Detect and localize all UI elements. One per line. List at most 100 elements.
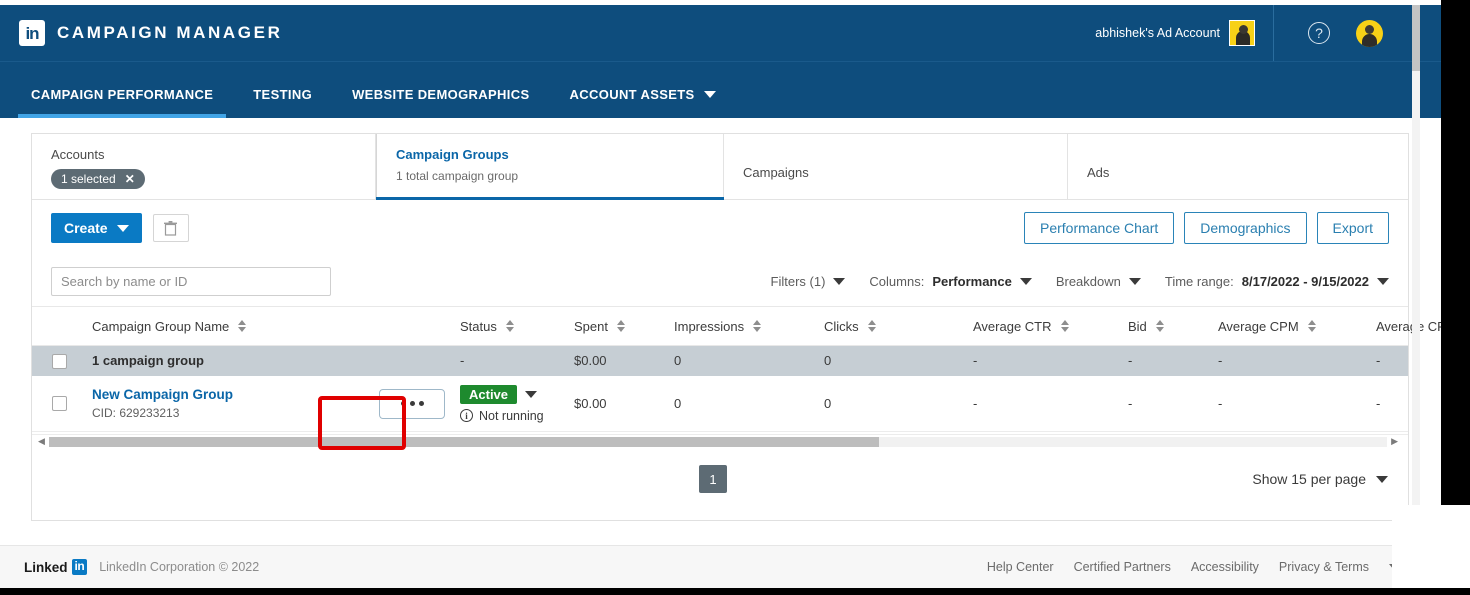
chevron-down-icon[interactable] bbox=[525, 390, 538, 398]
filter-controls: Filters (1) Columns: Performance Breakdo… bbox=[771, 274, 1389, 289]
time-range-label: Time range: bbox=[1164, 273, 1234, 289]
col-label: Average CPM bbox=[1218, 318, 1299, 334]
footer-link-accessibility[interactable]: Accessibility bbox=[1191, 560, 1259, 574]
app-header: in CAMPAIGN MANAGER abhishek's Ad Accoun… bbox=[0, 5, 1441, 61]
scroll-thumb[interactable] bbox=[1412, 5, 1420, 71]
row-select-cell[interactable] bbox=[32, 396, 87, 411]
ad-account-switcher[interactable]: abhishek's Ad Account bbox=[1095, 5, 1274, 61]
summary-clicks-cell: 0 bbox=[824, 352, 973, 370]
help-icon[interactable]: ? bbox=[1308, 22, 1330, 44]
col-bid[interactable]: Bid bbox=[1128, 319, 1218, 334]
col-label: Spent bbox=[574, 318, 608, 334]
footer-link-help-center[interactable]: Help Center bbox=[987, 560, 1054, 574]
tab-ads[interactable]: Ads bbox=[1068, 134, 1409, 199]
sort-icon[interactable] bbox=[753, 320, 762, 332]
sort-icon[interactable] bbox=[1307, 320, 1316, 332]
linkedin-logo-icon: in bbox=[19, 20, 45, 46]
col-campaign-group-name[interactable]: Campaign Group Name bbox=[87, 319, 364, 334]
white-overlay-box bbox=[1392, 505, 1470, 588]
per-page-dropdown[interactable]: Show 15 per page bbox=[1252, 471, 1388, 487]
demographics-button[interactable]: Demographics bbox=[1184, 212, 1307, 244]
time-range-dropdown[interactable]: Time range: 8/17/2022 - 9/15/2022 bbox=[1165, 274, 1389, 289]
table-row[interactable]: New Campaign Group CID: 629233213 Active bbox=[32, 376, 1408, 432]
row-bid-cell: - bbox=[1128, 395, 1218, 413]
sort-icon[interactable] bbox=[505, 320, 514, 332]
ad-account-name: abhishek's Ad Account bbox=[1095, 26, 1220, 40]
row-status-cell: Active i Not running bbox=[460, 384, 574, 423]
summary-name-cell: 1 campaign group bbox=[87, 352, 364, 370]
col-impressions[interactable]: Impressions bbox=[674, 319, 824, 334]
sort-icon[interactable] bbox=[867, 320, 876, 332]
status-badge: Active bbox=[460, 384, 518, 404]
col-average-ctr[interactable]: Average CTR bbox=[973, 319, 1128, 334]
copyright: LinkedIn Corporation © 2022 bbox=[99, 560, 260, 574]
action-toolbar: Create Performance Chart Demographics Ex… bbox=[32, 200, 1408, 256]
scroll-left-icon[interactable]: ◀ bbox=[38, 436, 45, 447]
scroll-track[interactable] bbox=[48, 436, 1388, 447]
main-nav: CAMPAIGN PERFORMANCE TESTING WEBSITE DEM… bbox=[0, 61, 1441, 118]
delete-button[interactable] bbox=[152, 214, 189, 242]
campaign-group-link[interactable]: New Campaign Group bbox=[92, 387, 364, 402]
page-scrollbar[interactable] bbox=[1412, 5, 1420, 588]
footer-link-privacy-terms[interactable]: Privacy & Terms bbox=[1279, 560, 1369, 574]
sort-icon[interactable] bbox=[1155, 320, 1164, 332]
row-clicks: 0 bbox=[824, 395, 832, 411]
filters-dropdown[interactable]: Filters (1) bbox=[771, 274, 846, 289]
create-button[interactable]: Create bbox=[51, 213, 142, 243]
tab-campaigns[interactable]: Campaigns bbox=[724, 134, 1068, 199]
tab-accounts[interactable]: Accounts 1 selected ✕ bbox=[32, 134, 376, 199]
col-spent[interactable]: Spent bbox=[574, 319, 674, 334]
tab-campaign-groups[interactable]: Campaign Groups 1 total campaign group bbox=[376, 134, 724, 200]
brand[interactable]: in CAMPAIGN MANAGER bbox=[19, 20, 282, 46]
breakdown-dropdown[interactable]: Breakdown bbox=[1056, 274, 1141, 289]
tab-label: Accounts bbox=[51, 147, 105, 162]
col-status[interactable]: Status bbox=[460, 319, 574, 334]
chevron-down-icon bbox=[116, 224, 129, 232]
row-impressions: 0 bbox=[674, 395, 682, 411]
summary-cpc: - bbox=[1376, 353, 1381, 368]
summary-clicks: 0 bbox=[824, 353, 832, 368]
user-avatar[interactable] bbox=[1356, 19, 1383, 47]
page-button-1[interactable]: 1 bbox=[699, 465, 727, 493]
table-horizontal-scrollbar[interactable]: ◀ ▶ bbox=[32, 434, 1408, 448]
close-icon[interactable]: ✕ bbox=[125, 172, 135, 186]
checkbox[interactable] bbox=[52, 396, 67, 411]
nav-item-campaign-performance[interactable]: CAMPAIGN PERFORMANCE bbox=[17, 87, 227, 118]
summary-ctr: - bbox=[973, 353, 978, 368]
checkbox[interactable] bbox=[52, 353, 67, 369]
search-input[interactable] bbox=[51, 266, 331, 296]
export-button[interactable]: Export bbox=[1316, 212, 1389, 244]
columns-label: Columns: bbox=[869, 273, 925, 289]
columns-dropdown[interactable]: Columns: Performance bbox=[869, 273, 1032, 289]
col-average-cpc[interactable]: Average CPC bbox=[1376, 319, 1441, 334]
pagination: 1 Show 15 per page bbox=[32, 448, 1408, 510]
row-select-cell[interactable] bbox=[32, 353, 87, 369]
row-actions-cell bbox=[364, 388, 460, 419]
accounts-selected-chip[interactable]: 1 selected ✕ bbox=[51, 169, 145, 189]
sort-icon[interactable] bbox=[238, 320, 247, 332]
info-icon: i bbox=[460, 409, 473, 422]
sort-icon[interactable] bbox=[616, 320, 625, 332]
row-cpc: - bbox=[1376, 395, 1381, 411]
dot bbox=[409, 401, 415, 406]
nav-item-website-demographics[interactable]: WEBSITE DEMOGRAPHICS bbox=[352, 87, 529, 118]
nav-item-account-assets[interactable]: ACCOUNT ASSETS bbox=[570, 87, 716, 118]
nav-label: TESTING bbox=[253, 87, 313, 102]
col-clicks[interactable]: Clicks bbox=[824, 319, 973, 334]
summary-impressions: 0 bbox=[674, 353, 682, 368]
nav-item-testing[interactable]: TESTING bbox=[253, 87, 312, 118]
nav-label: CAMPAIGN PERFORMANCE bbox=[31, 87, 214, 102]
status-line[interactable]: Active bbox=[460, 384, 574, 404]
col-average-cpm[interactable]: Average CPM bbox=[1218, 319, 1376, 334]
tab-label: Ads bbox=[1087, 165, 1110, 180]
linkedin-in-icon: in bbox=[71, 559, 88, 575]
footer-link-certified-partners[interactable]: Certified Partners bbox=[1074, 560, 1171, 574]
scroll-thumb[interactable] bbox=[48, 436, 879, 447]
toolbar-right-actions: Performance Chart Demographics Export bbox=[1023, 212, 1389, 244]
row-more-actions-button[interactable] bbox=[379, 388, 445, 419]
sort-icon[interactable] bbox=[1060, 320, 1069, 332]
performance-chart-button[interactable]: Performance Chart bbox=[1023, 212, 1175, 244]
summary-cpm-cell: - bbox=[1218, 352, 1376, 370]
col-label: Impressions bbox=[674, 318, 745, 334]
scroll-right-icon[interactable]: ▶ bbox=[1391, 436, 1398, 447]
